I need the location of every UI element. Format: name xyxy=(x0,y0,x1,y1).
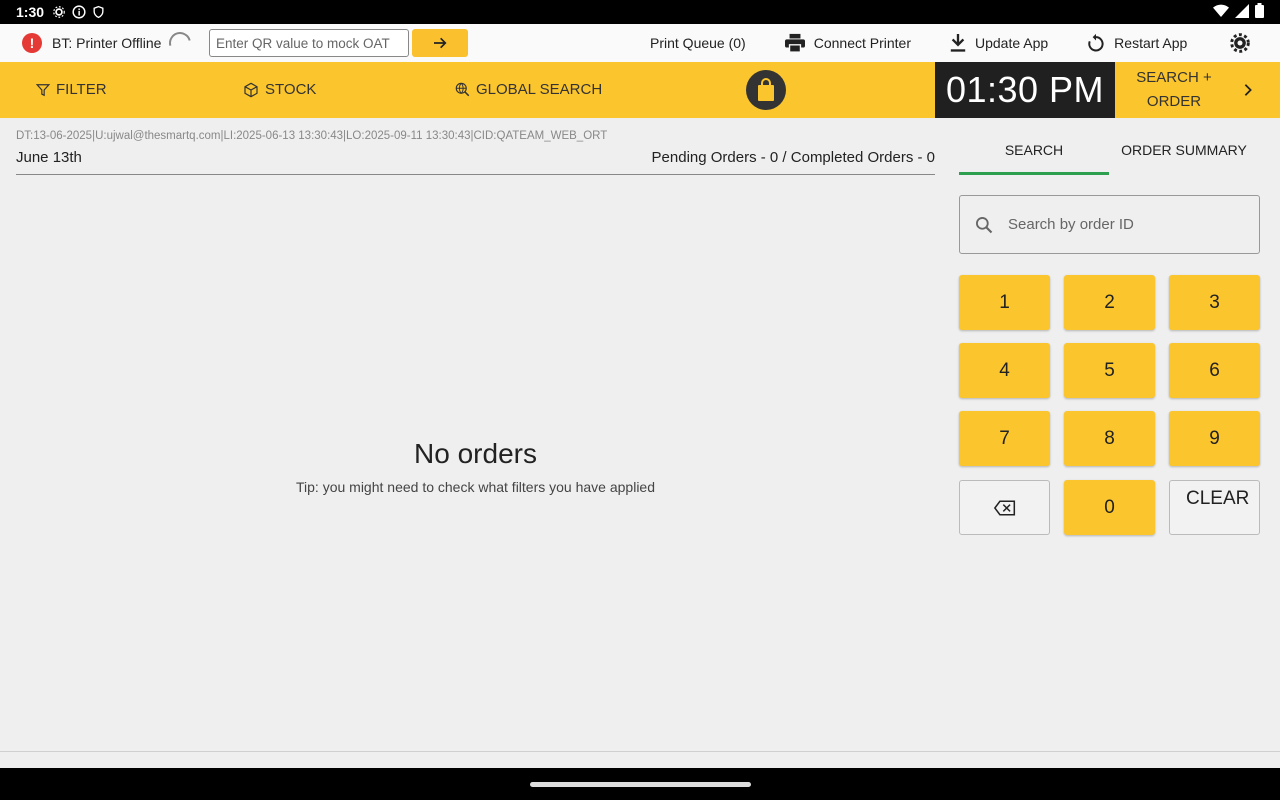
battery-icon xyxy=(1255,3,1264,21)
connect-printer-label: Connect Printer xyxy=(813,35,911,51)
globe-search-icon xyxy=(455,82,470,97)
search-order-toggle[interactable]: SEARCH + ORDER xyxy=(1115,62,1280,118)
keypad-key-0[interactable]: 0 xyxy=(1064,480,1155,535)
empty-state-tip: Tip: you might need to check what filter… xyxy=(295,479,656,495)
cart-button[interactable] xyxy=(746,70,786,110)
order-search-input[interactable] xyxy=(1008,216,1238,233)
printer-status-label: BT: Printer Offline xyxy=(52,35,162,51)
settings-button[interactable] xyxy=(1230,33,1250,56)
keypad-key-4[interactable]: 4 xyxy=(959,343,1050,398)
system-nav-bar xyxy=(0,768,1280,800)
panel-tabs: SEARCH ORDER SUMMARY xyxy=(959,130,1260,175)
stock-button[interactable]: STOCK xyxy=(243,81,316,98)
keypad-key-5[interactable]: 5 xyxy=(1064,343,1155,398)
tab-order-summary[interactable]: ORDER SUMMARY xyxy=(1109,130,1259,175)
session-meta: DT:13-06-2025|U:ujwal@thesmartq.com|LI:2… xyxy=(16,130,608,142)
bottom-divider xyxy=(0,751,1280,752)
keypad-key-2[interactable]: 2 xyxy=(1064,275,1155,330)
app-top-bar: ! BT: Printer Offline Print Queue (0) Co… xyxy=(0,24,1280,62)
printer-icon xyxy=(784,33,805,53)
clock-display: 01:30 PM xyxy=(935,62,1115,118)
update-app-button[interactable]: Update App xyxy=(949,33,1048,53)
global-search-button[interactable]: GLOBAL SEARCH xyxy=(455,81,602,98)
print-queue-label: Print Queue (0) xyxy=(650,35,746,51)
print-queue-button[interactable]: Print Queue (0) xyxy=(650,35,746,51)
keypad-backspace-button[interactable] xyxy=(959,480,1050,535)
global-search-label: GLOBAL SEARCH xyxy=(476,81,603,98)
keypad-key-1[interactable]: 1 xyxy=(959,275,1050,330)
home-gesture-handle[interactable] xyxy=(530,782,751,787)
backspace-icon xyxy=(993,499,1015,516)
chevron-right-icon xyxy=(1244,84,1252,96)
shopping-bag-icon xyxy=(758,78,774,101)
connect-printer-button[interactable]: Connect Printer xyxy=(784,33,911,53)
arrow-right-icon xyxy=(434,37,447,49)
keypad-key-8[interactable]: 8 xyxy=(1064,411,1155,466)
update-app-label: Update App xyxy=(975,35,1049,51)
qr-mock-input[interactable] xyxy=(209,29,409,57)
status-right-icons xyxy=(1213,3,1264,21)
box-icon xyxy=(244,82,258,97)
info-status-icon xyxy=(72,5,86,19)
tab-search[interactable]: SEARCH xyxy=(959,130,1109,175)
restart-app-label: Restart App xyxy=(1114,35,1188,51)
filter-icon xyxy=(36,83,50,96)
settings-status-icon xyxy=(52,5,66,19)
filter-label: FILTER xyxy=(56,81,107,98)
main-toolbar: FILTER STOCK GLOBAL SEARCH 01:30 PM SEAR… xyxy=(0,62,1280,118)
keypad-key-6[interactable]: 6 xyxy=(1169,343,1260,398)
divider xyxy=(16,174,935,175)
top-actions: Print Queue (0) Connect Printer Update A… xyxy=(650,24,1225,62)
status-time: 1:30 xyxy=(16,4,45,20)
loading-spinner-icon xyxy=(165,27,196,59)
keypad-key-9[interactable]: 9 xyxy=(1169,411,1260,466)
qr-submit-button[interactable] xyxy=(412,29,468,57)
search-icon xyxy=(976,216,993,233)
wifi-icon xyxy=(1213,4,1229,21)
signal-icon xyxy=(1235,3,1249,21)
restart-app-button[interactable]: Restart App xyxy=(1086,33,1187,53)
empty-state-title: No orders xyxy=(414,438,537,469)
restart-icon xyxy=(1088,33,1104,52)
search-order-label: SEARCH + ORDER xyxy=(1136,69,1212,110)
stock-label: STOCK xyxy=(265,81,317,98)
filter-button[interactable]: FILTER xyxy=(36,81,107,98)
printer-status[interactable]: ! BT: Printer Offline xyxy=(22,27,196,59)
system-status-bar: 1:30 xyxy=(0,0,1280,24)
order-search-field[interactable] xyxy=(959,195,1260,254)
vpn-shield-icon xyxy=(92,5,105,19)
keypad-key-3[interactable]: 3 xyxy=(1169,275,1260,330)
gear-icon xyxy=(1230,33,1250,53)
current-date: June 13th xyxy=(16,149,82,166)
download-icon xyxy=(950,34,966,52)
keypad-key-7[interactable]: 7 xyxy=(959,411,1050,466)
error-icon: ! xyxy=(22,33,42,53)
keypad-clear-button[interactable]: CLEAR xyxy=(1169,480,1260,535)
order-counts: Pending Orders - 0 / Completed Orders - … xyxy=(651,149,935,166)
